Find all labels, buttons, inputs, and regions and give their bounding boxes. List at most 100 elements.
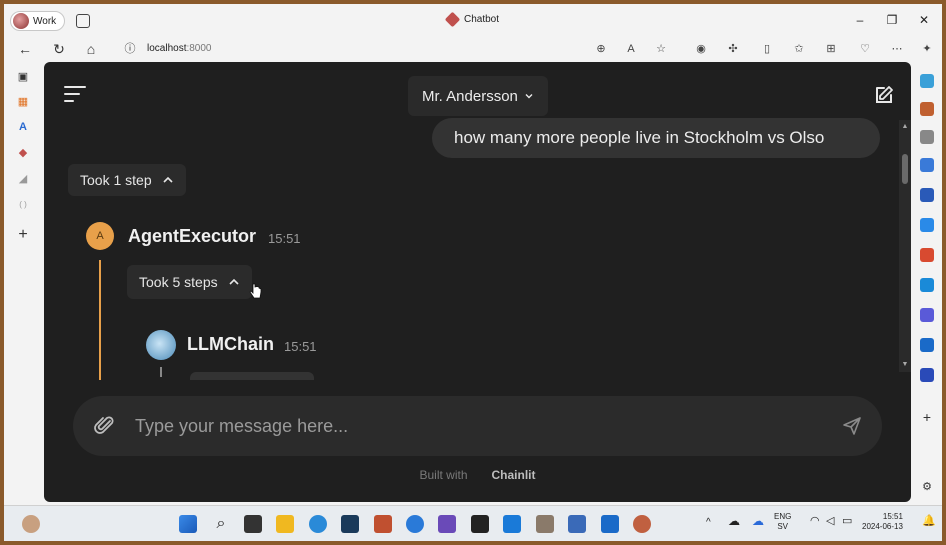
chat-profile-label: Mr. Andersson bbox=[422, 87, 518, 105]
language-indicator[interactable]: ENG SV bbox=[774, 512, 791, 532]
new-tab-icon[interactable]: + bbox=[16, 227, 30, 243]
minimize-button[interactable]: – bbox=[850, 13, 870, 27]
search-icon[interactable]: ⌕ bbox=[212, 515, 230, 533]
user-message: how many more people live in Stockholm v… bbox=[432, 118, 880, 158]
llm-output-bubble bbox=[190, 372, 314, 380]
sidebar-app-icon[interactable] bbox=[920, 74, 934, 88]
llm-avatar bbox=[146, 330, 176, 360]
tab-favicon-icon[interactable]: ( ) bbox=[16, 198, 30, 212]
file-explorer-icon[interactable] bbox=[276, 515, 294, 533]
app-icon[interactable] bbox=[568, 515, 586, 533]
footer: Built with Chainlit bbox=[44, 468, 911, 482]
inner-step-label: Took 5 steps bbox=[139, 274, 218, 290]
sidebar-app-icon[interactable] bbox=[920, 130, 934, 144]
read-aloud-icon[interactable]: A bbox=[624, 42, 638, 56]
close-window-button[interactable]: ✕ bbox=[914, 13, 934, 27]
puzzle-icon[interactable]: ✣ bbox=[726, 42, 740, 56]
sidebar-app-icon[interactable] bbox=[920, 158, 934, 172]
send-icon[interactable] bbox=[842, 416, 862, 436]
title-bar: Work Chatbot – ❐ ✕ bbox=[4, 4, 942, 34]
tray-app-icon[interactable]: ☁ bbox=[728, 515, 740, 527]
azure-tab-icon[interactable]: A bbox=[16, 120, 30, 134]
chat-scrollbar[interactable]: ▲ ▼ bbox=[899, 120, 911, 372]
vscode-icon[interactable] bbox=[503, 515, 521, 533]
extension-icon[interactable]: ◉ bbox=[694, 42, 708, 56]
outer-step-toggle[interactable]: Took 1 step bbox=[68, 164, 186, 196]
home-icon[interactable]: ⌂ bbox=[83, 41, 99, 57]
restore-button[interactable]: ❐ bbox=[882, 13, 902, 27]
volume-icon[interactable]: ◁ bbox=[826, 516, 834, 527]
chevron-down-icon bbox=[525, 94, 533, 99]
onedrive-icon[interactable]: ☁ bbox=[752, 515, 764, 527]
sidebar-app-icon[interactable] bbox=[920, 218, 934, 232]
agent-timestamp: 15:51 bbox=[268, 231, 301, 246]
refresh-icon[interactable]: ↻ bbox=[51, 41, 67, 57]
tray-chevron-icon[interactable]: ^ bbox=[706, 518, 711, 528]
favorites-icon[interactable]: ✩ bbox=[792, 42, 806, 56]
sidebar-app-icon[interactable] bbox=[920, 338, 934, 352]
zoom-icon[interactable]: ⊕ bbox=[594, 42, 608, 56]
browser-window: Work Chatbot – ❐ ✕ ← ↻ ⌂ ⓘ localhost:800… bbox=[4, 4, 942, 541]
url-field[interactable]: localhost:8000 bbox=[147, 43, 212, 54]
back-icon[interactable]: ← bbox=[17, 41, 33, 57]
sidebar-app-icon[interactable] bbox=[920, 308, 934, 322]
menu-icon[interactable] bbox=[64, 86, 86, 102]
app-icon[interactable] bbox=[341, 515, 359, 533]
favorite-star-icon[interactable]: ☆ bbox=[654, 42, 668, 56]
app-icon[interactable] bbox=[601, 515, 619, 533]
weather-widget-icon[interactable] bbox=[22, 515, 40, 533]
chatbot-favicon-icon bbox=[444, 11, 461, 28]
mouse-cursor-icon bbox=[249, 283, 262, 299]
collections-icon[interactable]: ⊞ bbox=[824, 42, 838, 56]
app-icon[interactable] bbox=[536, 515, 554, 533]
llm-timestamp: 15:51 bbox=[284, 339, 317, 354]
more-menu-icon[interactable]: ⋯ bbox=[890, 42, 904, 56]
notifications-icon[interactable]: 🔔 bbox=[922, 516, 936, 527]
app-icon[interactable] bbox=[374, 515, 392, 533]
split-screen-icon[interactable]: ▯ bbox=[760, 42, 774, 56]
wifi-icon[interactable]: ◠ bbox=[810, 516, 820, 527]
copilot-icon[interactable]: ✦ bbox=[920, 42, 934, 56]
sidebar-app-icon[interactable] bbox=[920, 102, 934, 116]
message-input[interactable] bbox=[135, 414, 815, 438]
tab-title-text: Chatbot bbox=[463, 14, 500, 25]
windows-taskbar: ⌕ ^ ☁ ☁ ENG SV ◠ ◁ ▭ 15:51 2024-06-13 🔔 bbox=[4, 505, 942, 541]
chainlit-link[interactable]: Chainlit bbox=[492, 468, 536, 482]
tab-favicon-icon[interactable]: ◢ bbox=[16, 172, 30, 186]
info-icon[interactable]: ⓘ bbox=[122, 41, 138, 57]
scroll-down-icon[interactable]: ▼ bbox=[900, 360, 910, 370]
chat-profile-select[interactable]: Mr. Andersson bbox=[408, 76, 548, 116]
app-icon[interactable] bbox=[406, 515, 424, 533]
sidebar-app-icon[interactable] bbox=[920, 248, 934, 262]
sidebar-app-icon[interactable] bbox=[920, 368, 934, 382]
tab-actions-icon[interactable]: ▣ bbox=[16, 70, 30, 84]
app-icon[interactable] bbox=[633, 515, 651, 533]
edge-icon[interactable] bbox=[309, 515, 327, 533]
agent-thread-line bbox=[99, 260, 101, 380]
task-view-icon[interactable] bbox=[244, 515, 262, 533]
edge-sidebar: + ⚙ bbox=[912, 62, 942, 502]
settings-gear-icon[interactable]: ⚙ bbox=[920, 480, 934, 494]
chat-app: Mr. Andersson how many more people live … bbox=[44, 62, 911, 502]
new-chat-icon[interactable] bbox=[873, 84, 895, 106]
outer-step-label: Took 1 step bbox=[80, 172, 152, 188]
attachment-icon[interactable] bbox=[93, 414, 117, 438]
sidebar-app-icon[interactable] bbox=[920, 188, 934, 202]
start-icon[interactable] bbox=[179, 515, 197, 533]
scroll-thumb[interactable] bbox=[902, 154, 908, 184]
sidebar-app-icon[interactable] bbox=[920, 278, 934, 292]
clock-time: 15:51 bbox=[882, 512, 903, 521]
chevron-up-icon bbox=[163, 176, 173, 183]
inner-step-toggle[interactable]: Took 5 steps bbox=[127, 265, 252, 299]
battery-icon[interactable]: ▭ bbox=[842, 516, 852, 527]
visual-studio-icon[interactable] bbox=[438, 515, 456, 533]
terminal-icon[interactable] bbox=[471, 515, 489, 533]
scroll-up-icon[interactable]: ▲ bbox=[900, 122, 910, 132]
chatbot-tab-icon[interactable]: ◆ bbox=[16, 146, 30, 160]
clock[interactable]: 15:51 2024-06-13 bbox=[862, 512, 903, 532]
health-icon[interactable]: ♡ bbox=[858, 42, 872, 56]
vertical-tabs-bar: ▣ ▦ A ◆ ◢ ( ) + bbox=[4, 62, 42, 502]
tab-title: Chatbot bbox=[4, 11, 942, 28]
tab-favicon-icon[interactable]: ▦ bbox=[16, 95, 30, 109]
add-sidebar-icon[interactable]: + bbox=[920, 410, 934, 424]
